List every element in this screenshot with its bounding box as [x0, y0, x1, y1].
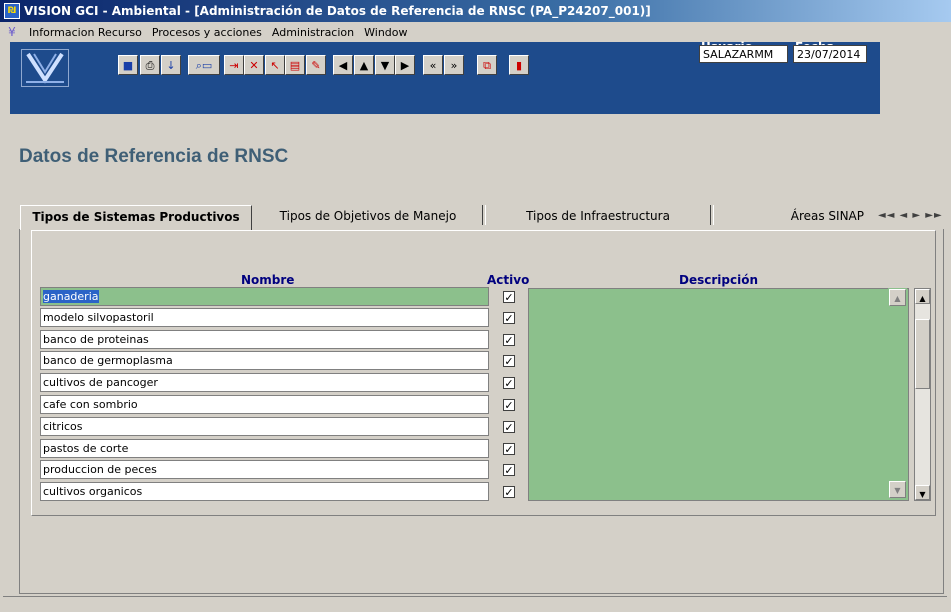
menu-informacion-recurso[interactable]: Informacion Recurso: [24, 26, 147, 39]
help-icon[interactable]: ⧉: [477, 55, 497, 75]
vision-logo: [21, 49, 69, 87]
first-record-icon[interactable]: ▲: [354, 55, 374, 75]
window-title: VISION GCI - Ambiental - [Administración…: [24, 4, 651, 18]
activo-checkbox[interactable]: ✓: [503, 312, 515, 324]
activo-checkbox[interactable]: ✓: [503, 464, 515, 476]
tab-tipos-de-sistemas-productivos[interactable]: Tipos de Sistemas Productivos: [20, 205, 252, 230]
activo-checkbox[interactable]: ✓: [503, 291, 515, 303]
table-row-nombre[interactable]: ganaderia: [40, 287, 489, 306]
print-icon[interactable]: ⎙: [140, 55, 160, 75]
row-value: ganaderia: [43, 290, 99, 303]
table-row-nombre[interactable]: modelo silvopastoril: [40, 308, 489, 327]
activo-checkbox[interactable]: ✓: [503, 443, 515, 455]
activo-checkbox[interactable]: ✓: [503, 486, 515, 498]
table-row-nombre[interactable]: cultivos organicos: [40, 482, 489, 501]
menu-procesos-y-acciones[interactable]: Procesos y acciones: [147, 26, 267, 39]
save-icon[interactable]: ■: [118, 55, 138, 75]
next-block-icon[interactable]: »: [444, 55, 464, 75]
menu-bar: ¥ Informacion Recurso Procesos y accione…: [0, 22, 951, 42]
last-record-icon[interactable]: ▼: [375, 55, 395, 75]
table-row-nombre[interactable]: banco de proteinas: [40, 330, 489, 349]
menu-window[interactable]: Window: [359, 26, 412, 39]
insert-record-icon[interactable]: ⇥: [224, 55, 244, 75]
record-scroll-thumb[interactable]: [915, 319, 930, 389]
record-scrollbar[interactable]: ▲ ▼: [914, 288, 931, 501]
table-row-nombre[interactable]: produccion de peces: [40, 460, 489, 479]
activo-checkbox[interactable]: ✓: [503, 421, 515, 433]
app-menu-icon[interactable]: ¥: [4, 25, 20, 39]
form-icon[interactable]: ▤: [285, 55, 305, 75]
previous-record-icon[interactable]: ◀: [333, 55, 353, 75]
next-record-icon[interactable]: ▶: [395, 55, 415, 75]
activo-checkbox[interactable]: ✓: [503, 399, 515, 411]
descripcion-textarea[interactable]: [528, 288, 909, 501]
previous-block-icon[interactable]: «: [423, 55, 443, 75]
table-row-nombre[interactable]: citricos: [40, 417, 489, 436]
clear-icon[interactable]: ↖: [265, 55, 285, 75]
usuario-field: SALAZARMM: [699, 45, 788, 63]
edit-icon[interactable]: ✎: [306, 55, 326, 75]
delete-record-icon[interactable]: ✕: [244, 55, 264, 75]
scroll-down-icon[interactable]: ▼: [889, 481, 906, 498]
menu-administracion[interactable]: Administracion: [267, 26, 359, 39]
title-bar: ₪ VISION GCI - Ambiental - [Administraci…: [0, 0, 951, 22]
column-header-nombre: Nombre: [241, 273, 295, 287]
activo-checkbox[interactable]: ✓: [503, 355, 515, 367]
status-divider: [3, 596, 947, 611]
page-title: Datos de Referencia de RNSC: [19, 146, 289, 167]
exit-icon[interactable]: ▮: [509, 55, 529, 75]
download-icon[interactable]: ↓: [161, 55, 181, 75]
tab-tipos-de-objetivos-de-manejo[interactable]: Tipos de Objetivos de Manejo: [254, 205, 482, 229]
tab-areas-sinap[interactable]: Áreas SINAP: [714, 205, 870, 229]
app-icon: ₪: [4, 3, 20, 19]
scroll-up-icon[interactable]: ▲: [889, 289, 906, 306]
activo-checkbox[interactable]: ✓: [503, 377, 515, 389]
column-header-activo: Activo: [487, 273, 530, 287]
table-row-nombre[interactable]: pastos de corte: [40, 439, 489, 458]
query-icon[interactable]: ⌕▭: [188, 55, 220, 75]
tab-scroll-arrows-icon[interactable]: ◄◄ ◄ ► ►►: [878, 210, 943, 221]
fecha-field: 23/07/2014: [793, 45, 867, 63]
column-header-descripcion: Descripción: [679, 273, 758, 287]
table-row-nombre[interactable]: cafe con sombrio: [40, 395, 489, 414]
table-row-nombre[interactable]: cultivos de pancoger: [40, 373, 489, 392]
descripcion-scrollbar[interactable]: ▲ ▼: [888, 288, 907, 499]
activo-checkbox[interactable]: ✓: [503, 334, 515, 346]
tab-tipos-de-infraestructura[interactable]: Tipos de Infraestructura: [486, 205, 710, 229]
record-scroll-down-icon[interactable]: ▼: [915, 485, 930, 500]
record-scroll-up-icon[interactable]: ▲: [915, 289, 930, 304]
table-row-nombre[interactable]: banco de germoplasma: [40, 351, 489, 370]
toolbar: ■ ⎙ ↓ ⌕▭ ⇥ ✕ ↖ ▤ ✎ ◀ ▲ ▼ ▶ « » ⧉ ▮ Usuar…: [10, 40, 880, 114]
